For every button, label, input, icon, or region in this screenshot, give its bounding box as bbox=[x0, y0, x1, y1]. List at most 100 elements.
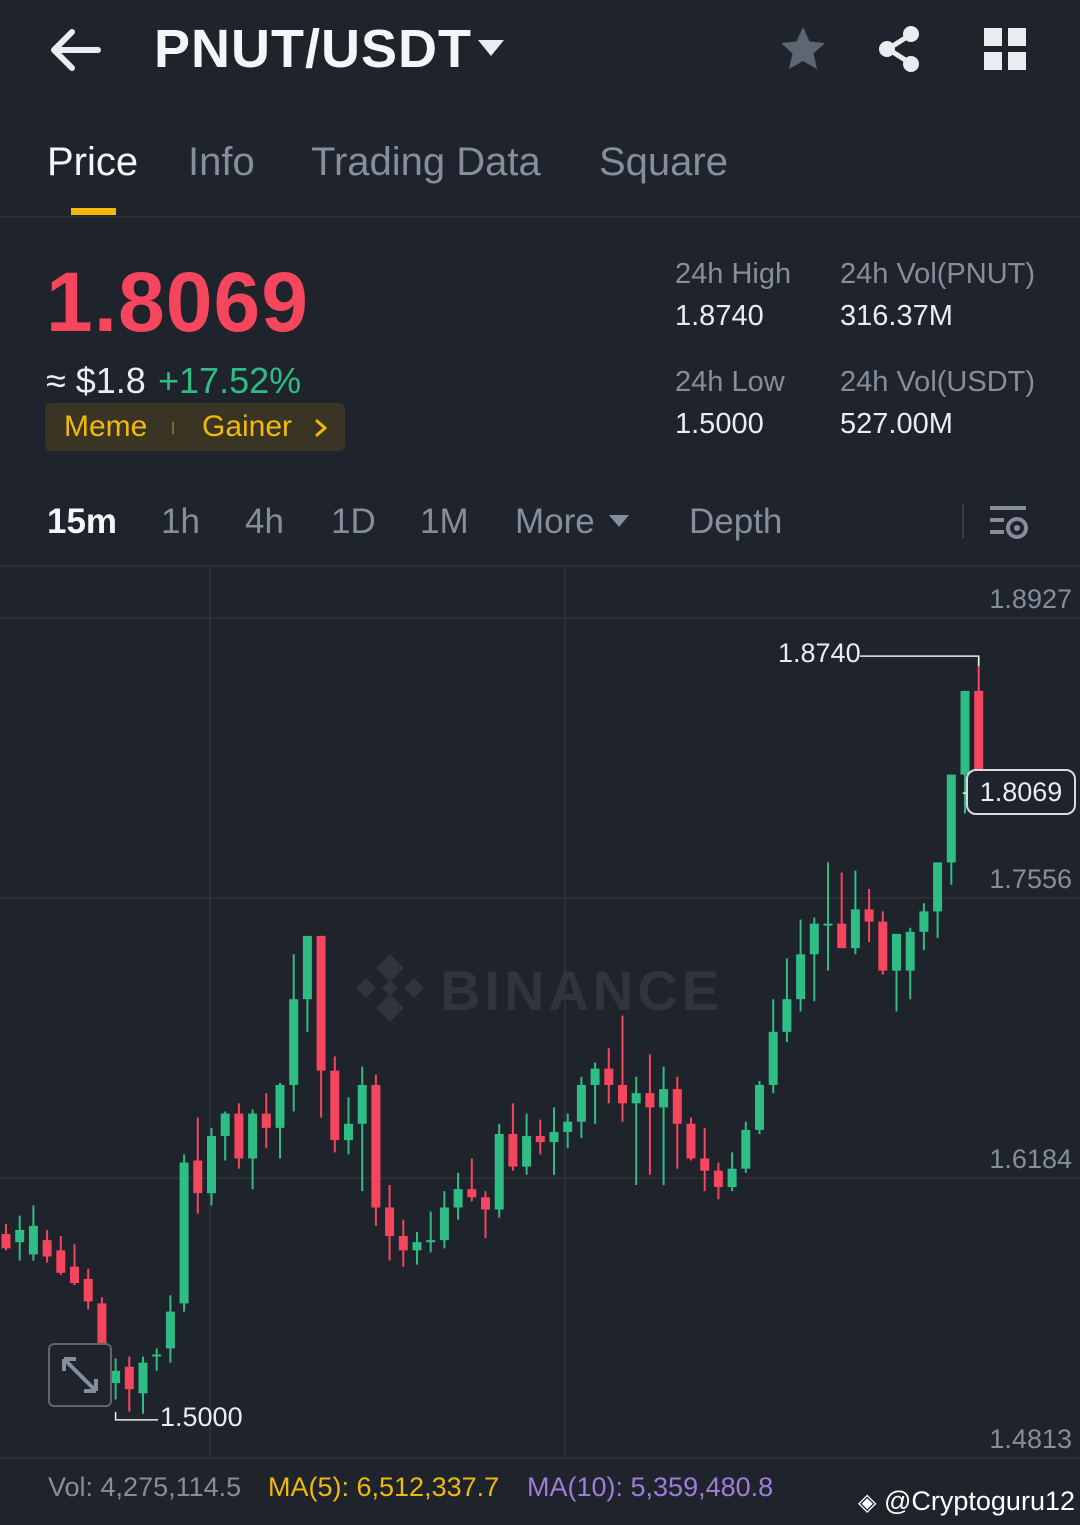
more-caret-icon[interactable] bbox=[608, 514, 630, 528]
interval-4h[interactable]: 4h bbox=[245, 502, 284, 542]
low-leader-line bbox=[114, 1411, 158, 1421]
candle-body-48 bbox=[659, 1089, 669, 1108]
stat-vol-quote-label: 24h Vol(USDT) bbox=[840, 366, 1036, 398]
candle-body-18 bbox=[248, 1113, 258, 1159]
tab-square[interactable]: Square bbox=[599, 140, 728, 185]
candle-body-59 bbox=[809, 923, 819, 955]
stat-low-value: 1.5000 bbox=[675, 408, 764, 440]
fullscreen-button[interactable] bbox=[48, 1343, 112, 1407]
back-arrow-icon[interactable] bbox=[44, 22, 108, 78]
candle-body-69 bbox=[946, 774, 956, 863]
tab-price[interactable]: Price bbox=[47, 140, 138, 185]
candle-body-34 bbox=[467, 1189, 477, 1198]
candle-body-13 bbox=[179, 1162, 189, 1304]
interval-divider bbox=[0, 565, 1080, 567]
stat-vol-quote-value: 527.00M bbox=[840, 408, 953, 440]
candle-body-37 bbox=[508, 1133, 518, 1167]
axis-label-bottom: 1.4813 bbox=[989, 1424, 1072, 1454]
depth-tab[interactable]: Depth bbox=[689, 502, 782, 542]
candle-body-33 bbox=[453, 1189, 463, 1208]
pair-dropdown-caret-icon[interactable] bbox=[476, 36, 506, 60]
candle-body-36 bbox=[494, 1133, 504, 1210]
axis-label-3: 1.6184 bbox=[989, 1144, 1072, 1174]
pair-title[interactable]: PNUT/USDT bbox=[154, 18, 472, 80]
tab-info[interactable]: Info bbox=[188, 140, 255, 185]
candle-body-12 bbox=[165, 1311, 175, 1349]
candle-body-22 bbox=[302, 935, 312, 1000]
user-credit-text: @Cryptoguru12 bbox=[883, 1486, 1075, 1516]
tab-trading-data[interactable]: Trading Data bbox=[311, 140, 541, 185]
interval-1h[interactable]: 1h bbox=[161, 502, 200, 542]
share-icon[interactable] bbox=[874, 24, 924, 74]
candle-body-21 bbox=[289, 999, 299, 1085]
candle-body-26 bbox=[357, 1084, 367, 1124]
active-tab-indicator bbox=[71, 208, 116, 215]
candle-body-38 bbox=[522, 1136, 532, 1167]
high-leader-line bbox=[860, 655, 980, 667]
candle-body-35 bbox=[481, 1197, 490, 1210]
candle-body-25 bbox=[344, 1123, 353, 1141]
candle-body-60 bbox=[823, 923, 833, 926]
candle-body-51 bbox=[700, 1158, 710, 1171]
candle-body-30 bbox=[412, 1242, 422, 1251]
candle-body-45 bbox=[618, 1084, 627, 1104]
candle-body-68 bbox=[933, 862, 943, 912]
expand-icon bbox=[62, 1357, 98, 1393]
grid-menu-icon[interactable] bbox=[982, 26, 1028, 72]
candle-body-46 bbox=[631, 1093, 641, 1104]
candle-body-23 bbox=[316, 935, 326, 1071]
candle-body-29 bbox=[398, 1236, 408, 1251]
stat-low-label: 24h Low bbox=[675, 366, 785, 398]
candle-body-4 bbox=[56, 1250, 66, 1273]
candle-body-65 bbox=[892, 933, 901, 971]
candle-body-52 bbox=[713, 1170, 723, 1188]
candle-body-54 bbox=[741, 1129, 751, 1169]
candle-body-55 bbox=[755, 1084, 764, 1130]
candle-body-56 bbox=[768, 1031, 778, 1085]
candle-body-50 bbox=[686, 1123, 696, 1159]
interval-15m[interactable]: 15m bbox=[47, 502, 117, 542]
favorite-star-icon[interactable] bbox=[778, 24, 828, 74]
candle-body-0 bbox=[1, 1234, 11, 1249]
tag-separator bbox=[172, 422, 174, 434]
candle-body-1 bbox=[15, 1229, 25, 1243]
candle-body-5 bbox=[70, 1266, 79, 1284]
candle-body-44 bbox=[604, 1068, 614, 1085]
candle-body-27 bbox=[371, 1084, 381, 1208]
diamond-icon: ◈ bbox=[858, 1489, 877, 1516]
candle-body-49 bbox=[672, 1089, 682, 1124]
interval-1d[interactable]: 1D bbox=[331, 502, 376, 542]
candle-body-32 bbox=[439, 1207, 449, 1241]
candle-body-14 bbox=[193, 1160, 203, 1194]
candle-body-64 bbox=[878, 921, 888, 971]
current-price-marker-text: 1.8069 bbox=[979, 777, 1063, 807]
ma10-readout: MA(10): 5,359,480.8 bbox=[527, 1472, 774, 1502]
candle-body-9 bbox=[124, 1366, 134, 1390]
axis-label-top: 1.8927 bbox=[989, 584, 1072, 614]
chart-settings-icon[interactable] bbox=[986, 502, 1030, 542]
interval-separator bbox=[962, 504, 964, 538]
candle-body-42 bbox=[576, 1084, 586, 1122]
candle-body-6 bbox=[83, 1278, 93, 1302]
candle-body-43 bbox=[590, 1068, 600, 1085]
candle-body-2 bbox=[28, 1225, 38, 1255]
candle-body-61 bbox=[837, 923, 847, 949]
candle-body-58 bbox=[796, 954, 806, 1000]
tag-meme[interactable]: Meme bbox=[64, 410, 147, 444]
candle-body-19 bbox=[261, 1113, 271, 1128]
chevron-right-icon[interactable] bbox=[312, 418, 330, 438]
tag-gainer[interactable]: Gainer bbox=[202, 410, 292, 444]
last-price: 1.8069 bbox=[46, 255, 309, 349]
candle-body-57 bbox=[782, 999, 792, 1032]
candle-body-16 bbox=[220, 1113, 230, 1137]
ma5-readout: MA(5): 6,512,337.7 bbox=[268, 1472, 500, 1502]
approx-usd-price: ≈ $1.8 bbox=[46, 360, 146, 401]
interval-more[interactable]: More bbox=[515, 502, 595, 542]
interval-1m[interactable]: 1M bbox=[420, 502, 469, 542]
candle-body-53 bbox=[727, 1168, 737, 1188]
candle-body-41 bbox=[563, 1121, 573, 1132]
candle-body-15 bbox=[207, 1136, 216, 1194]
candle-body-28 bbox=[385, 1207, 395, 1237]
stat-high-value: 1.8740 bbox=[675, 300, 764, 332]
chart-bottom-divider bbox=[0, 1457, 1080, 1459]
